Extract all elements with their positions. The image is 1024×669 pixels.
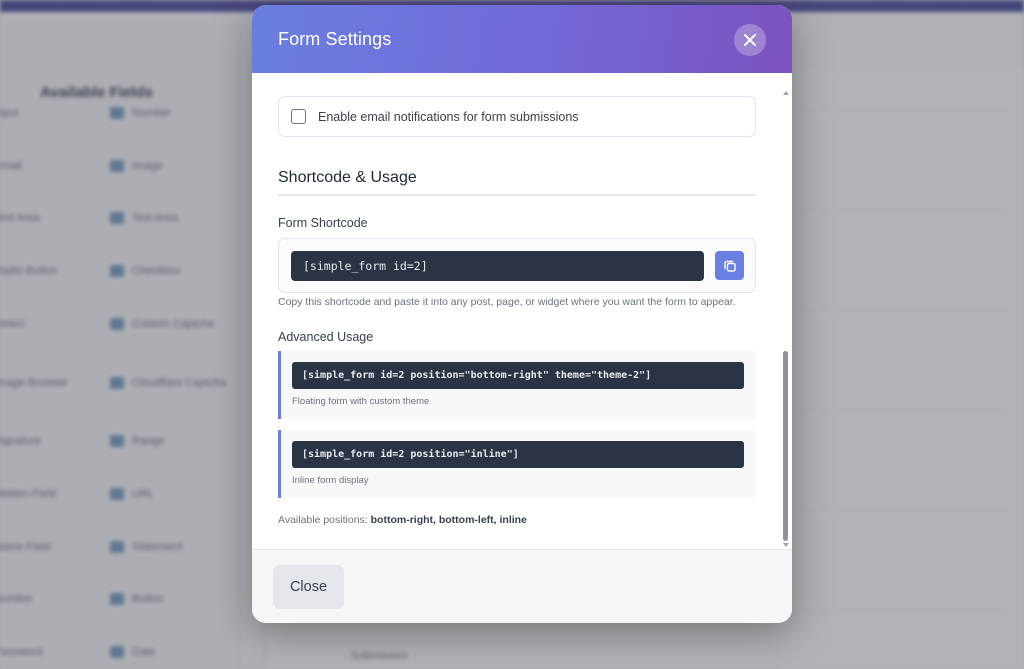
close-button[interactable]: Close xyxy=(273,565,344,609)
scrollbar-thumb[interactable] xyxy=(783,351,788,541)
available-positions-values: bottom-right, bottom-left, inline xyxy=(370,514,527,526)
copy-shortcode-button[interactable] xyxy=(715,251,744,280)
modal-header: Form Settings xyxy=(252,5,792,73)
close-icon[interactable] xyxy=(734,24,766,56)
modal-title: Form Settings xyxy=(278,28,392,49)
advanced-usage-item: [simple_form id=2 position="inline"] Inl… xyxy=(278,430,756,498)
email-notification-label: Enable email notifications for form subm… xyxy=(318,109,579,124)
form-shortcode-label: Form Shortcode xyxy=(278,216,368,230)
form-settings-modal: Form Settings Enable email notifications… xyxy=(252,5,792,623)
modal-body: Enable email notifications for form subm… xyxy=(252,73,792,549)
modal-footer: Close xyxy=(252,549,792,623)
available-positions-prefix: Available positions: xyxy=(278,514,368,526)
advanced-usage-item: [simple_form id=2 position="bottom-right… xyxy=(278,351,756,419)
email-notification-option[interactable]: Enable email notifications for form subm… xyxy=(278,96,756,137)
advanced-usage-description: Inline form display xyxy=(292,475,369,486)
modal-scrollbar[interactable] xyxy=(782,89,790,547)
close-icon-glyph xyxy=(744,34,756,46)
copy-icon xyxy=(723,260,736,272)
advanced-usage-label: Advanced Usage xyxy=(278,330,374,344)
advanced-usage-code[interactable]: [simple_form id=2 position="bottom-right… xyxy=(292,362,744,389)
shortcode-container: [simple_form id=2] xyxy=(278,238,756,293)
available-positions-text: Available positions: bottom-right, botto… xyxy=(278,514,527,526)
shortcode-help-text: Copy this shortcode and paste it into an… xyxy=(278,296,736,308)
email-notification-checkbox[interactable] xyxy=(291,109,306,124)
advanced-usage-code[interactable]: [simple_form id=2 position="inline"] xyxy=(292,441,744,468)
section-divider xyxy=(278,194,756,196)
scroll-down-icon[interactable] xyxy=(783,543,789,547)
advanced-usage-description: Floating form with custom theme xyxy=(292,396,430,407)
scroll-up-icon[interactable] xyxy=(783,91,789,95)
shortcode-value[interactable]: [simple_form id=2] xyxy=(291,251,704,281)
section-title-shortcode-usage: Shortcode & Usage xyxy=(278,169,417,186)
